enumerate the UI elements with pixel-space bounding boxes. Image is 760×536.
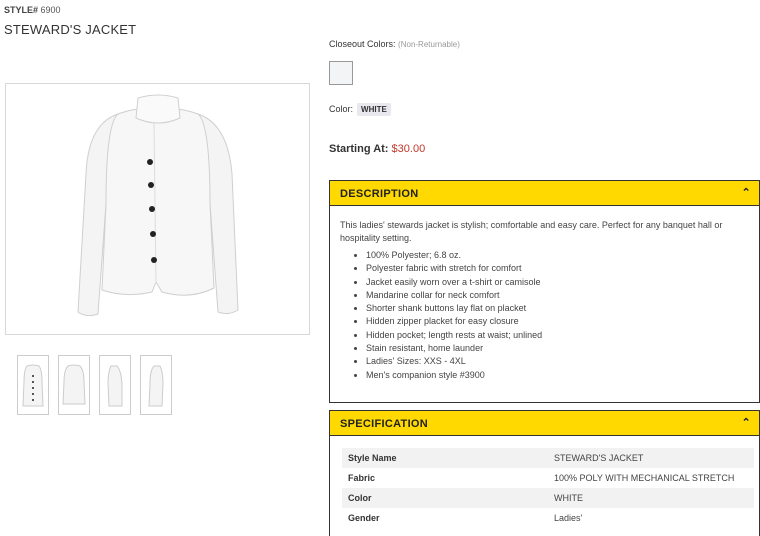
list-item: 100% Polyester; 6.8 oz. [366,249,751,262]
product-title: STEWARD'S JACKET [4,22,137,37]
list-item: Hidden zipper placket for easy closure [366,315,751,328]
chevron-up-icon[interactable]: ⌃ [741,416,751,429]
list-item: Mandarine collar for neck comfort [366,289,751,302]
thumbnail-side-left[interactable] [99,355,131,415]
spec-value: Ladies' [554,513,583,523]
spec-key: Color [342,488,548,508]
list-item: Ladies' Sizes: XXS - 4XL [366,355,751,368]
starting-price: Starting At: $30.00 [329,143,425,155]
closeout-note: (Non-Returnable) [398,40,460,49]
description-bullets: 100% Polyester; 6.8 oz. Polyester fabric… [340,249,751,382]
spec-value: 100% POLY WITH MECHANICAL STRETCH [554,473,735,483]
thumbnail-front[interactable] [17,355,49,415]
table-row: Fabric 100% POLY WITH MECHANICAL STRETCH [342,468,754,488]
spec-key: Gender [348,513,380,523]
selected-color: Color: WHITE [329,103,391,116]
product-main-image[interactable] [5,83,310,335]
specification-heading: SPECIFICATION [340,418,429,430]
list-item: Hidden pocket; length rests at waist; un… [366,329,751,342]
list-item: Polyester fabric with stretch for comfor… [366,262,751,275]
list-item: Men's companion style #3900 [366,369,751,382]
jacket-image [77,94,239,317]
jacket-back-icon [62,364,86,405]
color-badge: WHITE [357,103,391,116]
price-value: $30.00 [391,143,426,155]
description-body: This ladies' stewards jacket is stylish;… [329,206,760,403]
price-label: Starting At: [329,143,389,155]
list-item: Stain resistant, home launder [366,342,751,355]
jacket-side-icon [107,365,123,407]
jacket-front-icon [22,364,44,407]
jacket-side-icon [148,365,164,407]
list-item: Shorter shank buttons lay flat on placke… [366,302,751,315]
specification-table: Style Name STEWARD'S JACKET Fabric 100% … [342,448,754,528]
specification-header[interactable]: SPECIFICATION ⌃ [329,410,760,436]
style-value: 6900 [40,5,61,15]
spec-value: WHITE [548,488,754,508]
spec-key: Fabric [348,473,376,483]
spec-key: Style Name [342,448,548,468]
description-heading: DESCRIPTION [340,188,419,200]
style-number: STYLE# 6900 [4,5,61,15]
description-header[interactable]: DESCRIPTION ⌃ [329,180,760,206]
closeout-label: Closeout Colors: [329,39,396,49]
color-swatch-white[interactable] [329,61,353,85]
thumbnail-side-right[interactable] [140,355,172,415]
table-row: Color WHITE [342,488,754,508]
chevron-up-icon[interactable]: ⌃ [741,186,751,199]
closeout-colors: Closeout Colors: (Non-Returnable) [329,39,460,49]
style-label: STYLE# [4,5,39,15]
list-item: Jacket easily worn over a t-shirt or cam… [366,276,751,289]
table-row: Style Name STEWARD'S JACKET [342,448,754,468]
table-row: Gender Ladies' [342,508,754,528]
thumbnail-back[interactable] [58,355,90,415]
description-text: This ladies' stewards jacket is stylish;… [340,220,723,243]
specification-body: Style Name STEWARD'S JACKET Fabric 100% … [329,436,760,536]
color-label: Color: [329,104,354,114]
spec-value: STEWARD'S JACKET [548,448,754,468]
